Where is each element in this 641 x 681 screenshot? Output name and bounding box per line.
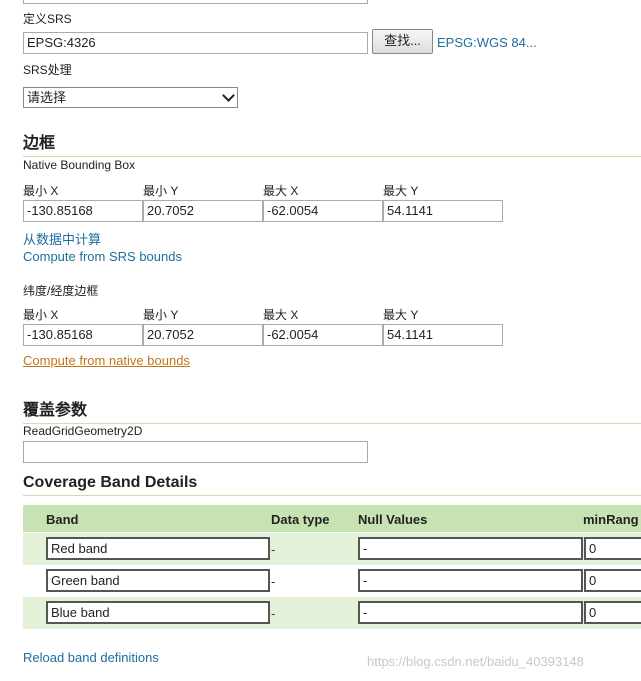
reload-band-definitions-link[interactable]: Reload band definitions xyxy=(23,650,159,665)
band-data-type: - xyxy=(271,606,276,621)
native-maxx-label: 最大 X xyxy=(263,184,299,198)
native-bbox-label: Native Bounding Box xyxy=(23,158,136,172)
latlon-bbox-label: 纬度/经度边框 xyxy=(23,284,99,298)
declared-srs-label: 定义SRS xyxy=(23,12,72,26)
coverage-params-title: 覆盖参数 xyxy=(23,396,641,424)
latlon-maxy-label: 最大 Y xyxy=(383,308,419,322)
read-grid-geometry-label: ReadGridGeometry2D xyxy=(23,424,143,438)
find-srs-button[interactable]: 查找... xyxy=(372,29,433,54)
srs-handling-label: SRS处理 xyxy=(23,63,72,77)
latlon-maxx-input[interactable]: -62.0054 xyxy=(263,324,383,346)
min-range-input[interactable]: 0 xyxy=(584,537,641,560)
compute-from-native-link[interactable]: Compute from native bounds xyxy=(23,353,190,368)
band-data-type: - xyxy=(271,574,276,589)
band-details-title: Coverage Band Details xyxy=(23,474,641,496)
native-maxy-input[interactable]: 54.1141 xyxy=(383,200,503,222)
min-range-input[interactable]: 0 xyxy=(584,601,641,624)
srs-handling-select[interactable]: 请选择 xyxy=(23,87,238,108)
data-type-column-header: Data type xyxy=(271,512,330,527)
watermark-text: https://blog.csdn.net/baidu_40393148 xyxy=(367,654,584,669)
previous-field-input[interactable] xyxy=(23,0,368,4)
bbox-section-title: 边框 xyxy=(23,129,641,157)
null-values-column-header: Null Values xyxy=(358,512,428,527)
chevron-down-icon xyxy=(222,89,235,102)
table-row: Green band - - 0 xyxy=(23,565,641,597)
latlon-miny-input[interactable]: 20.7052 xyxy=(143,324,263,346)
native-maxx-input[interactable]: -62.0054 xyxy=(263,200,383,222)
null-values-input[interactable]: - xyxy=(358,537,583,560)
null-values-input[interactable]: - xyxy=(358,569,583,592)
min-range-column-header: minRang xyxy=(583,512,639,527)
declared-srs-input[interactable]: EPSG:4326 xyxy=(23,32,368,54)
null-values-input[interactable]: - xyxy=(358,601,583,624)
table-row: Red band - - 0 xyxy=(23,533,641,565)
compute-from-data-link[interactable]: 从数据中计算 xyxy=(23,229,101,248)
band-column-header: Band xyxy=(46,512,79,527)
read-grid-geometry-input[interactable] xyxy=(23,441,368,463)
srs-name-link[interactable]: EPSG:WGS 84... xyxy=(437,35,537,50)
band-name-input[interactable]: Blue band xyxy=(46,601,270,624)
table-row: Blue band - - 0 xyxy=(23,597,641,629)
band-name-input[interactable]: Green band xyxy=(46,569,270,592)
latlon-miny-label: 最小 Y xyxy=(143,308,179,322)
latlon-minx-input[interactable]: -130.85168 xyxy=(23,324,143,346)
band-table-header: Band Data type Null Values minRang xyxy=(23,505,641,532)
native-miny-label: 最小 Y xyxy=(143,184,179,198)
latlon-minx-label: 最小 X xyxy=(23,308,59,322)
band-data-type: - xyxy=(271,542,276,557)
compute-from-srs-link[interactable]: Compute from SRS bounds xyxy=(23,249,182,264)
latlon-maxy-input[interactable]: 54.1141 xyxy=(383,324,503,346)
native-miny-input[interactable]: 20.7052 xyxy=(143,200,263,222)
native-minx-label: 最小 X xyxy=(23,184,59,198)
srs-handling-value: 请选择 xyxy=(27,90,67,105)
min-range-input[interactable]: 0 xyxy=(584,569,641,592)
band-name-input[interactable]: Red band xyxy=(46,537,270,560)
native-maxy-label: 最大 Y xyxy=(383,184,419,198)
latlon-maxx-label: 最大 X xyxy=(263,308,299,322)
native-minx-input[interactable]: -130.85168 xyxy=(23,200,143,222)
